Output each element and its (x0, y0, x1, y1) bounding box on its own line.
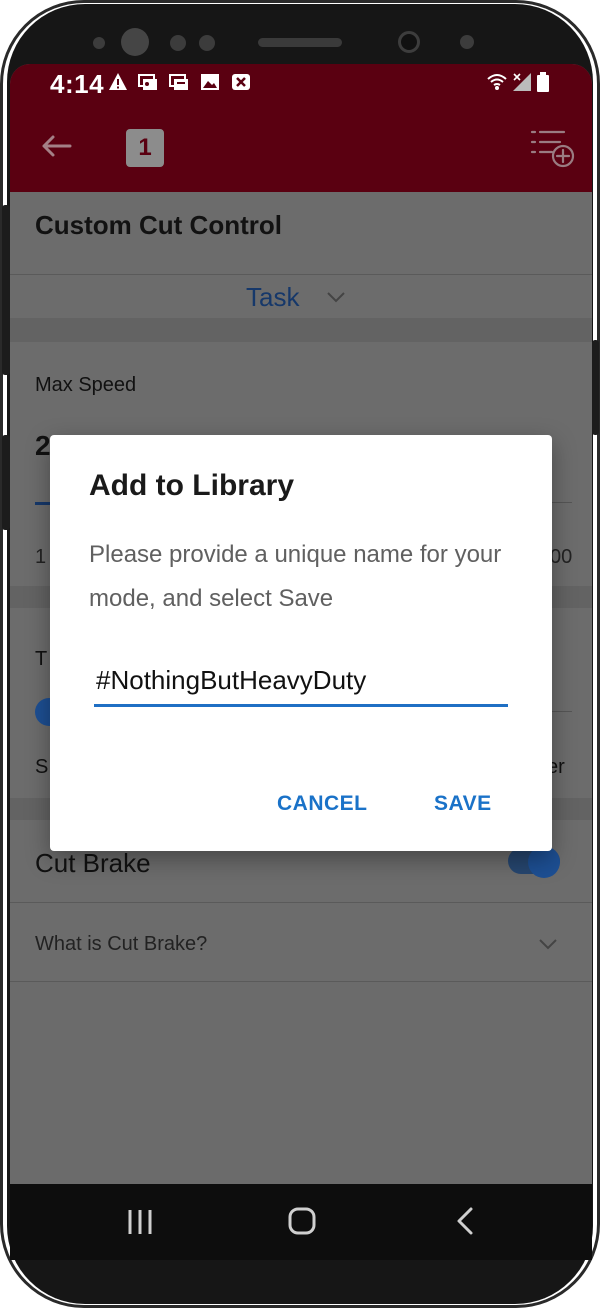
home-icon[interactable] (282, 1204, 322, 1240)
card-icon (169, 74, 188, 90)
recent-apps-icon[interactable] (120, 1204, 160, 1240)
earpiece-speaker (258, 38, 342, 47)
sensor-dot (460, 35, 474, 49)
add-to-library-dialog: Add to Library Please provide a unique n… (50, 435, 552, 851)
card-title: Custom Cut Control (35, 210, 282, 240)
save-button[interactable]: SAVE (434, 792, 492, 816)
cut-brake-label: Cut Brake (35, 848, 151, 878)
cancel-button[interactable]: CANCEL (277, 792, 368, 816)
phone-top-sensors (0, 0, 600, 70)
navigation-bar (10, 1184, 592, 1260)
status-bar: 4:14 (10, 64, 592, 102)
battery-icon (537, 72, 549, 92)
mode-selector-label: Task (246, 282, 300, 312)
card-icon (138, 74, 157, 90)
speed-max-label: 00 (550, 546, 573, 568)
section-gap (10, 318, 592, 342)
iris-camera-icon (398, 31, 420, 53)
counter-badge[interactable]: 1 (126, 129, 164, 167)
screen: 4:14 1 Custom Cut Control Task Max Speed… (10, 64, 592, 1254)
signal-icon (513, 73, 531, 91)
sensor-dot (170, 35, 186, 51)
volume-button (2, 205, 10, 375)
max-speed-value: 2 (35, 430, 51, 461)
mode-name-input[interactable] (94, 663, 508, 707)
image-icon (201, 74, 219, 90)
list-add-icon[interactable] (530, 126, 576, 170)
power-button (592, 340, 599, 435)
slider-track[interactable] (552, 711, 572, 712)
dialog-title: Add to Library (89, 469, 295, 502)
section2-left-label: S (35, 756, 49, 778)
dialog-message: Please provide a unique name for your mo… (89, 541, 502, 612)
divider (10, 981, 592, 982)
speed-slider-track[interactable] (552, 502, 572, 503)
section2-label: T (35, 648, 48, 670)
max-speed-label: Max Speed (35, 374, 137, 396)
back-icon[interactable] (446, 1204, 486, 1240)
sensor-dot (199, 35, 215, 51)
close-box-icon (232, 74, 250, 90)
bixby-button (2, 435, 10, 530)
speed-slider-fill[interactable] (35, 502, 51, 505)
speed-min-label: 1 (35, 546, 47, 568)
front-camera-icon (121, 28, 149, 56)
cut-brake-help-label: What is Cut Brake? (35, 933, 208, 955)
sensor-dot (93, 37, 105, 49)
chevron-down-icon (327, 292, 345, 303)
back-arrow-icon[interactable] (38, 128, 74, 164)
chevron-down-icon (539, 939, 557, 950)
warning-icon (109, 73, 127, 90)
app-bar: 1 (10, 102, 592, 192)
cut-brake-help-row[interactable]: What is Cut Brake? (10, 903, 592, 981)
wifi-icon (487, 74, 507, 90)
divider (10, 274, 592, 275)
status-time: 4:14 (50, 69, 105, 99)
mode-selector[interactable]: Task (10, 276, 592, 318)
